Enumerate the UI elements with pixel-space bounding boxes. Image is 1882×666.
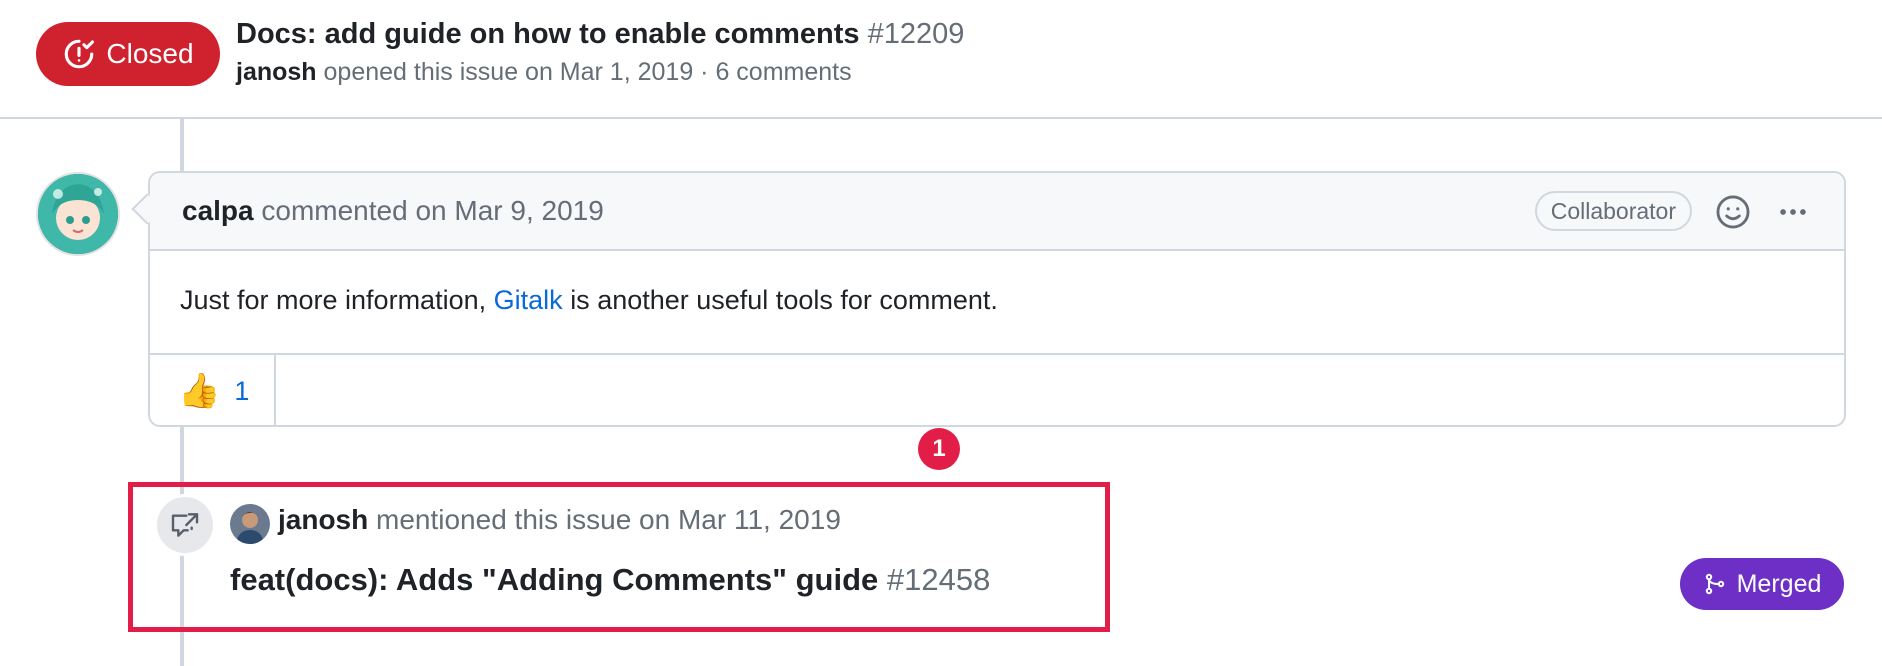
issue-header: Closed Docs: add guide on how to enable … — [0, 0, 1882, 119]
comment-author-link[interactable]: calpa — [182, 195, 254, 226]
reactions-bar: 👍 1 — [150, 353, 1844, 425]
thumbs-up-icon: 👍 — [178, 372, 221, 410]
avatar-image — [38, 174, 118, 254]
issue-meta: janosh opened this issue on Mar 1, 2019 … — [236, 58, 852, 87]
commenter-avatar[interactable] — [36, 172, 120, 256]
add-reaction-icon[interactable] — [1714, 193, 1752, 231]
comment-author-line: calpa commented on Mar 9, 2019 — [182, 195, 604, 227]
issue-state-label: Closed — [106, 38, 194, 69]
gitalk-link[interactable]: Gitalk — [494, 285, 563, 315]
comment-body: Just for more information, Gitalk is ano… — [180, 285, 998, 316]
issue-title-text[interactable]: Docs: add guide on how to enable comment… — [236, 18, 860, 50]
collaborator-badge: Collaborator — [1534, 191, 1692, 231]
issue-title: Docs: add guide on how to enable comment… — [236, 18, 964, 51]
pr-merged-badge: Merged — [1680, 558, 1844, 610]
more-options-icon[interactable] — [1774, 195, 1812, 229]
pr-merged-label: Merged — [1736, 569, 1822, 598]
thumbs-up-reaction[interactable]: 👍 1 — [150, 355, 276, 425]
issue-number: #12209 — [867, 18, 965, 50]
annotation-highlight-box — [128, 482, 1110, 632]
reaction-count: 1 — [234, 375, 250, 406]
issue-state-badge: Closed — [36, 22, 220, 86]
comment-action-text[interactable]: commented on Mar 9, 2019 — [261, 195, 603, 226]
issue-closed-icon — [65, 39, 95, 69]
comment-body-text-before: Just for more information, — [180, 285, 487, 315]
comment-body-text-after: is another useful tools for comment. — [570, 285, 998, 315]
issue-author-link[interactable]: janosh — [236, 58, 317, 86]
comment-box: calpa commented on Mar 9, 2019 Collabora… — [148, 171, 1846, 427]
issue-opened-text: opened this issue on Mar 1, 2019 · 6 com… — [323, 58, 852, 86]
annotation-marker: 1 — [918, 428, 960, 470]
comment-header: calpa commented on Mar 9, 2019 Collabora… — [150, 173, 1844, 251]
merge-icon — [1705, 573, 1724, 595]
